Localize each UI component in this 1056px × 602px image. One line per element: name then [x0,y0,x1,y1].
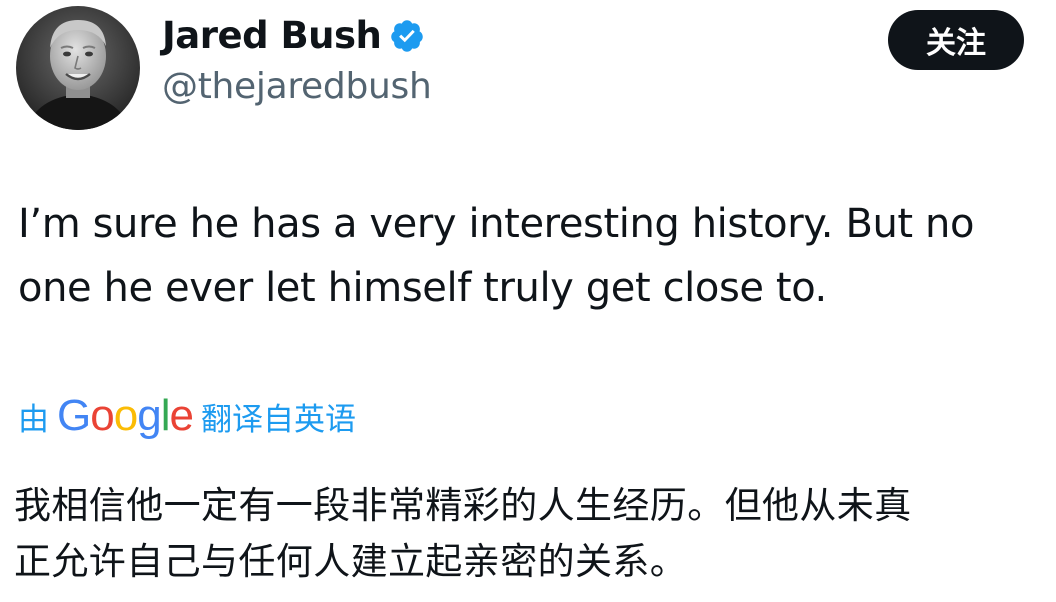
user-handle[interactable]: @thejaredbush [162,66,432,107]
tweet-text-line: one he ever let himself truly get close … [18,265,827,311]
avatar-photo [16,6,140,130]
display-name-text[interactable]: Jared Bush [162,14,382,57]
google-logo: Google [57,391,194,440]
user-display-name[interactable]: Jared Bush [162,14,425,57]
tweet-text: I’m sure he has a very interesting histo… [18,192,1048,320]
translation-prefix: 由 [18,401,49,438]
verified-badge-icon [391,19,424,52]
avatar[interactable] [16,6,140,130]
translated-text: 我相信他一定有一段非常精彩的人生经历。但他从未真 正允许自己与任何人建立起亲密的… [14,478,1050,590]
follow-button[interactable]: 关注 [888,10,1024,70]
translation-attribution[interactable]: 由 Google 翻译自英语 [18,388,356,444]
translated-text-line: 我相信他一定有一段非常精彩的人生经历。但他从未真 [14,484,912,527]
translated-text-line: 正允许自己与任何人建立起亲密的关系。 [14,540,688,583]
translation-source-language: 翻译自英语 [200,401,356,438]
tweet-text-line: I’m sure he has a very interesting histo… [18,201,975,247]
